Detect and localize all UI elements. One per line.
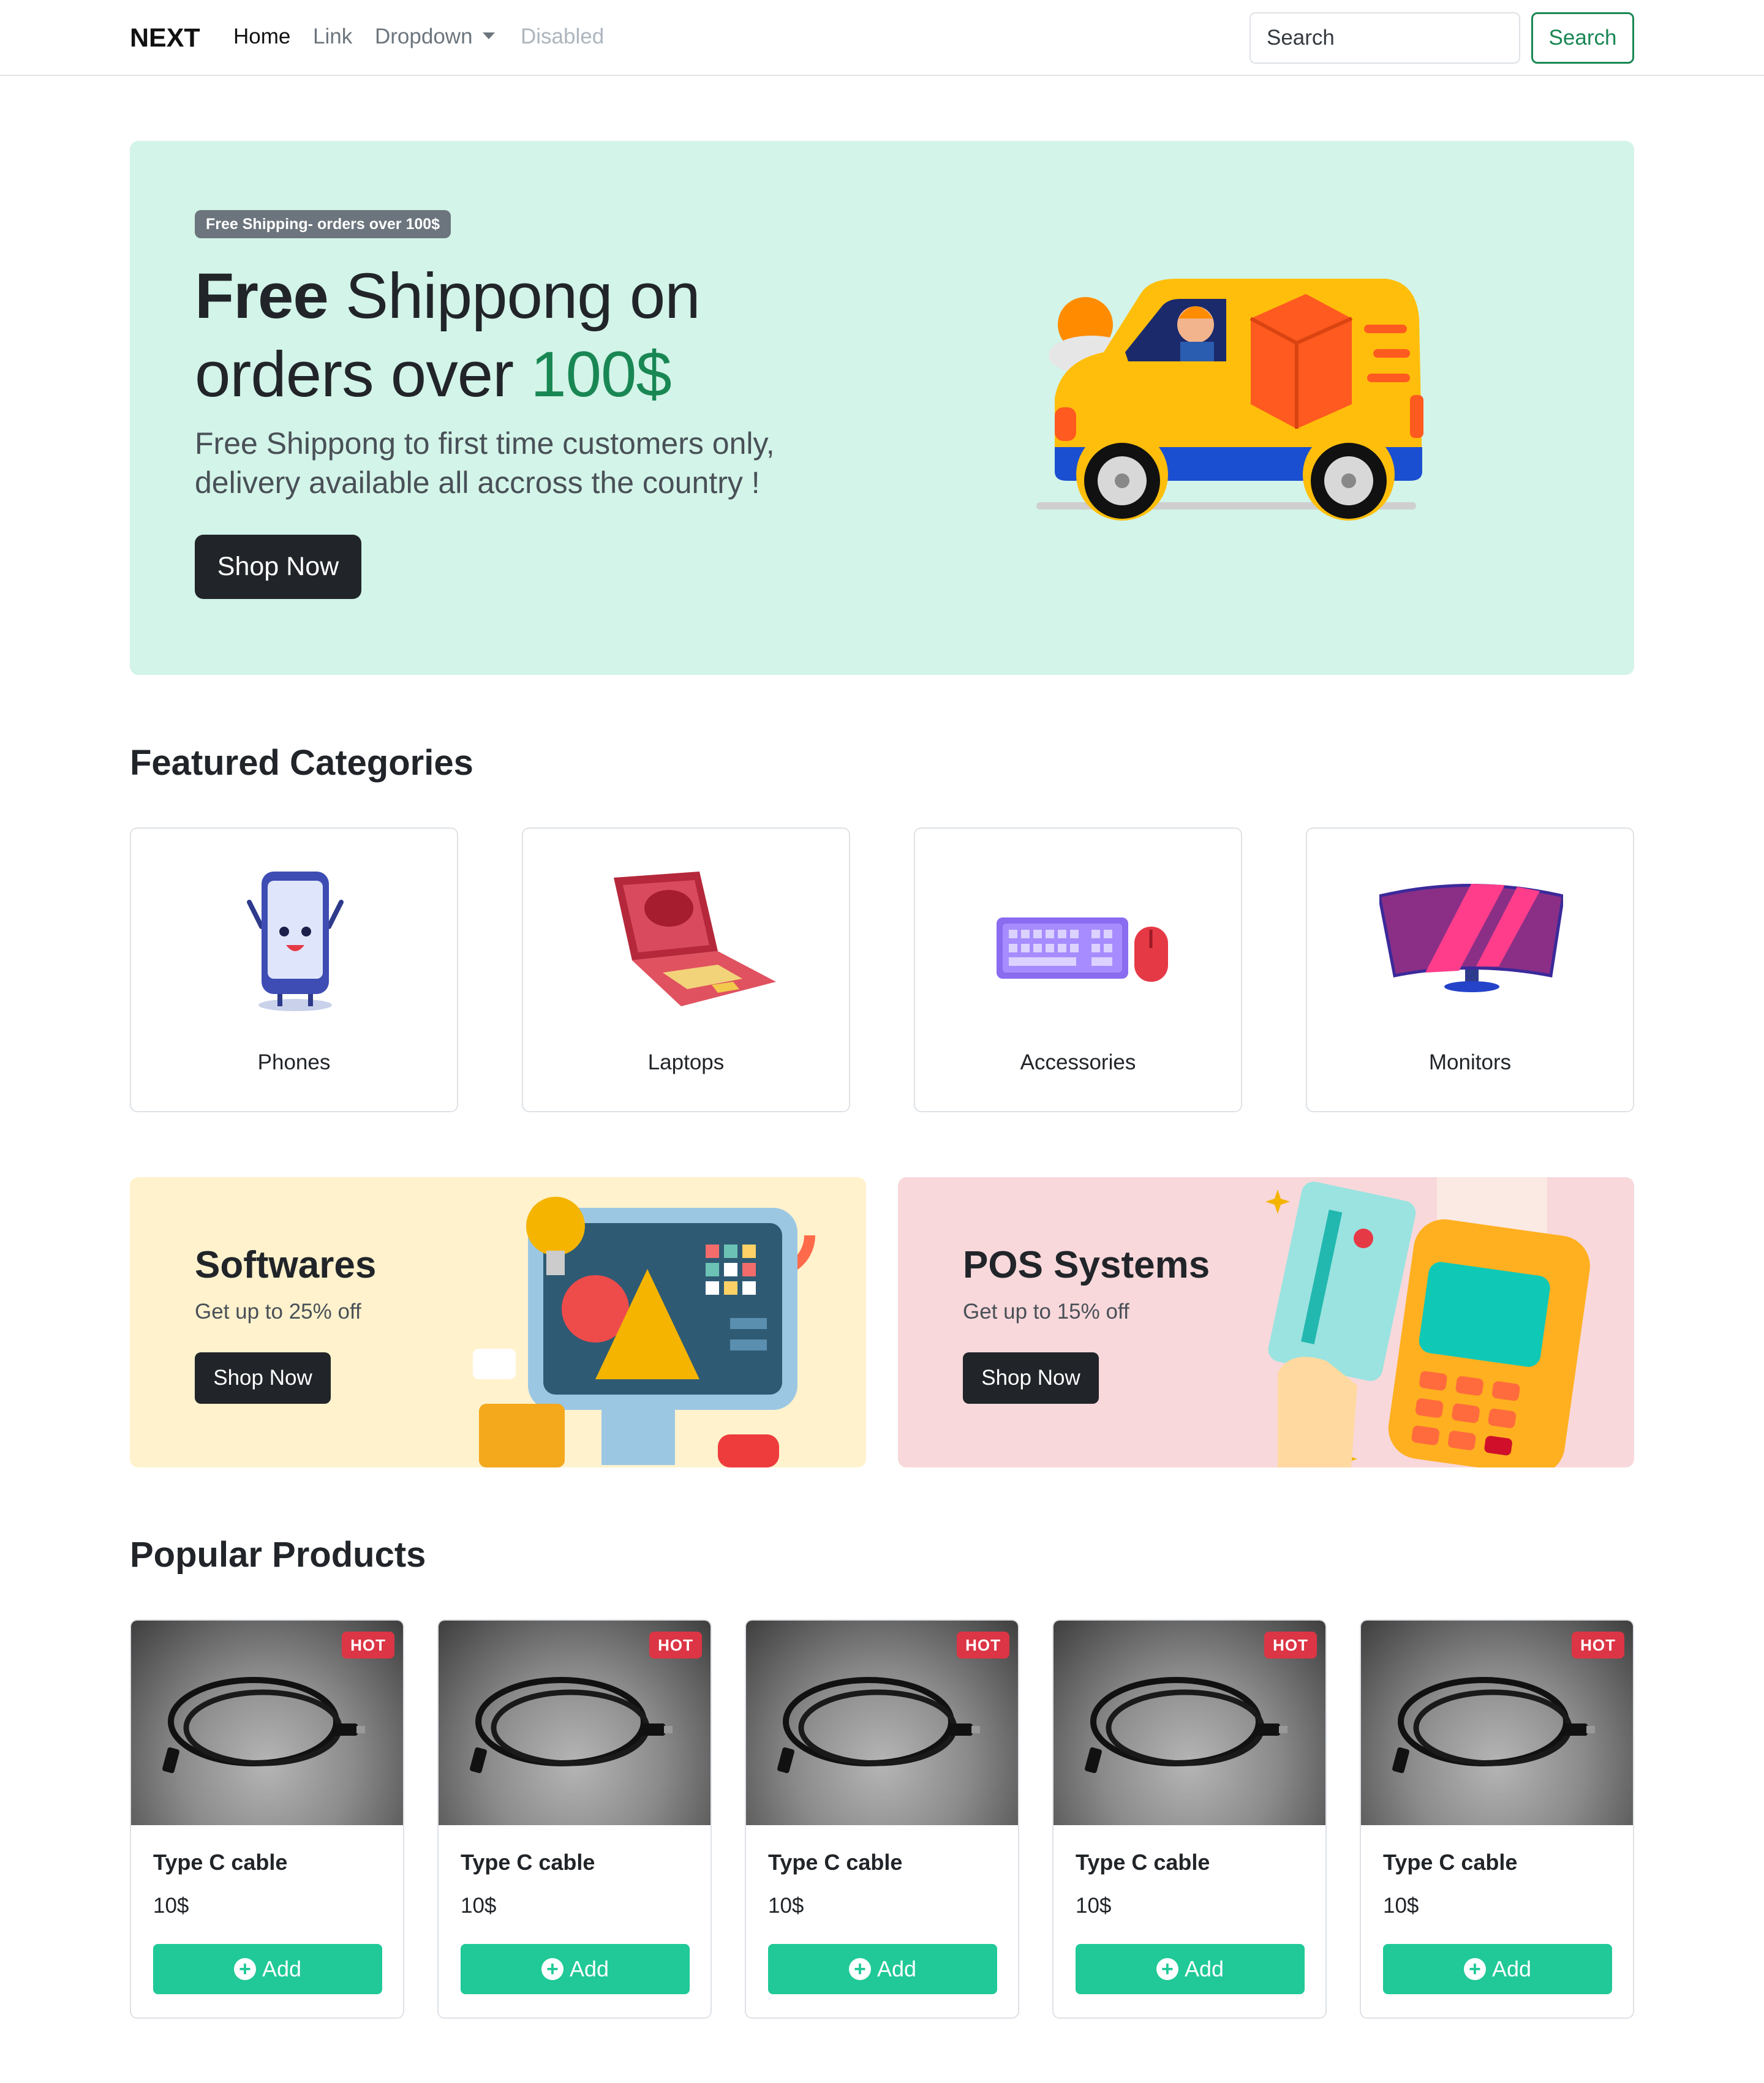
plus-circle-icon: + — [1156, 1958, 1178, 1980]
add-button-label: Add — [569, 1956, 609, 1981]
hot-badge: HOT — [649, 1632, 702, 1659]
nav-link-link[interactable]: Link — [313, 24, 352, 49]
hot-badge: HOT — [1572, 1632, 1624, 1659]
hero-title-part-1: Shippong on — [328, 260, 701, 332]
product-image[interactable]: HOT — [1361, 1621, 1633, 1825]
product-price: 10$ — [1383, 1894, 1419, 1918]
promo-title: Softwares — [195, 1244, 377, 1286]
hero-title-part-2: orders over — [195, 339, 531, 410]
category-card-monitors[interactable]: Monitors — [1306, 827, 1634, 1112]
category-card-phones[interactable]: Phones — [130, 827, 458, 1112]
product-card[interactable]: HOT Type C cable 10$ + Add — [437, 1619, 712, 2019]
pos-terminal-illustration — [1265, 1177, 1590, 1467]
software-design-illustration — [473, 1193, 815, 1467]
delivery-van-illustration — [1036, 279, 1423, 521]
popular-products-title: Popular Products — [130, 1535, 426, 1575]
promo-softwares: Softwares Get up to 25% off Shop Now — [130, 1177, 866, 1467]
monitor-icon — [1379, 884, 1563, 992]
hero-subtitle: Free Shippong to first time customers on… — [195, 426, 775, 500]
product-image[interactable]: HOT — [439, 1621, 710, 1825]
category-label: Accessories — [1020, 1050, 1136, 1074]
promo-subtitle: Get up to 25% off — [195, 1300, 361, 1324]
product-name[interactable]: Type C cable — [768, 1850, 902, 1875]
free-shipping-badge: Free Shipping- orders over 100$ — [195, 210, 451, 238]
add-to-cart-button[interactable]: + Add — [153, 1944, 382, 1994]
add-to-cart-button[interactable]: + Add — [768, 1944, 997, 1994]
add-button-label: Add — [1491, 1956, 1532, 1981]
phone-icon — [247, 872, 344, 1011]
nav-dropdown-label: Dropdown — [375, 24, 473, 48]
nav-dropdown[interactable]: Dropdown — [375, 24, 495, 49]
product-price: 10$ — [1076, 1894, 1112, 1918]
nav-link-disabled: Disabled — [521, 24, 605, 48]
category-card-accessories[interactable]: Accessories — [914, 827, 1242, 1112]
chevron-down-icon — [482, 32, 495, 40]
product-card[interactable]: HOT Type C cable 10$ + Add — [1052, 1619, 1327, 2019]
search-input[interactable] — [1250, 12, 1520, 64]
hero-title-accent: 100$ — [530, 339, 672, 410]
promo-shop-now-button[interactable]: Shop Now — [195, 1352, 331, 1404]
promo-shop-now-button[interactable]: Shop Now — [963, 1352, 1099, 1404]
plus-circle-icon: + — [1463, 1958, 1486, 1980]
promo-pos-systems: POS Systems Get up to 15% off Shop Now — [898, 1177, 1634, 1467]
add-button-label: Add — [876, 1956, 917, 1981]
brand-logo[interactable]: NEXT — [130, 23, 200, 53]
product-card[interactable]: HOT Type C cable 10$ + Add — [130, 1619, 404, 2019]
add-button-label: Add — [1184, 1956, 1224, 1981]
featured-categories-title: Featured Categories — [130, 743, 473, 783]
nav-link-home[interactable]: Home — [233, 24, 290, 49]
plus-circle-icon: + — [541, 1958, 564, 1980]
product-card[interactable]: HOT Type C cable 10$ + Add — [1360, 1619, 1634, 2019]
hero-banner: Free Shipping- orders over 100$ Free Shi… — [130, 141, 1634, 675]
product-name[interactable]: Type C cable — [1383, 1850, 1517, 1875]
category-label: Phones — [257, 1050, 331, 1074]
product-image[interactable]: HOT — [131, 1621, 403, 1825]
hero-shop-now-button[interactable]: Shop Now — [195, 535, 361, 599]
product-price: 10$ — [768, 1894, 804, 1918]
keyboard-mouse-icon — [997, 917, 1168, 982]
product-price: 10$ — [461, 1894, 497, 1918]
product-name[interactable]: Type C cable — [461, 1850, 595, 1875]
add-button-label: Add — [262, 1956, 302, 1981]
hot-badge: HOT — [1264, 1632, 1317, 1659]
search-button[interactable]: Search — [1531, 12, 1634, 64]
product-price: 10$ — [153, 1894, 189, 1918]
plus-circle-icon: + — [848, 1958, 871, 1980]
laptop-icon — [614, 872, 776, 1006]
hero-title: Free Shippong on orders over 100$ — [195, 257, 807, 414]
category-label: Laptops — [647, 1050, 725, 1074]
hot-badge: HOT — [342, 1632, 394, 1659]
category-card-laptops[interactable]: Laptops — [522, 827, 850, 1112]
hot-badge: HOT — [957, 1632, 1009, 1659]
promo-subtitle: Get up to 15% off — [963, 1300, 1129, 1324]
product-image[interactable]: HOT — [1054, 1621, 1325, 1825]
product-name[interactable]: Type C cable — [153, 1850, 287, 1875]
product-name[interactable]: Type C cable — [1076, 1850, 1210, 1875]
add-to-cart-button[interactable]: + Add — [461, 1944, 690, 1994]
hero-title-bold: Free — [195, 260, 329, 332]
plus-circle-icon: + — [233, 1958, 256, 1980]
product-image[interactable]: HOT — [746, 1621, 1018, 1825]
add-to-cart-button[interactable]: + Add — [1383, 1944, 1612, 1994]
product-card[interactable]: HOT Type C cable 10$ + Add — [745, 1619, 1019, 2019]
navbar: NEXT Home Link Dropdown Disabled Search — [0, 0, 1764, 76]
category-label: Monitors — [1428, 1050, 1512, 1074]
promo-title: POS Systems — [963, 1244, 1210, 1286]
add-to-cart-button[interactable]: + Add — [1076, 1944, 1305, 1994]
